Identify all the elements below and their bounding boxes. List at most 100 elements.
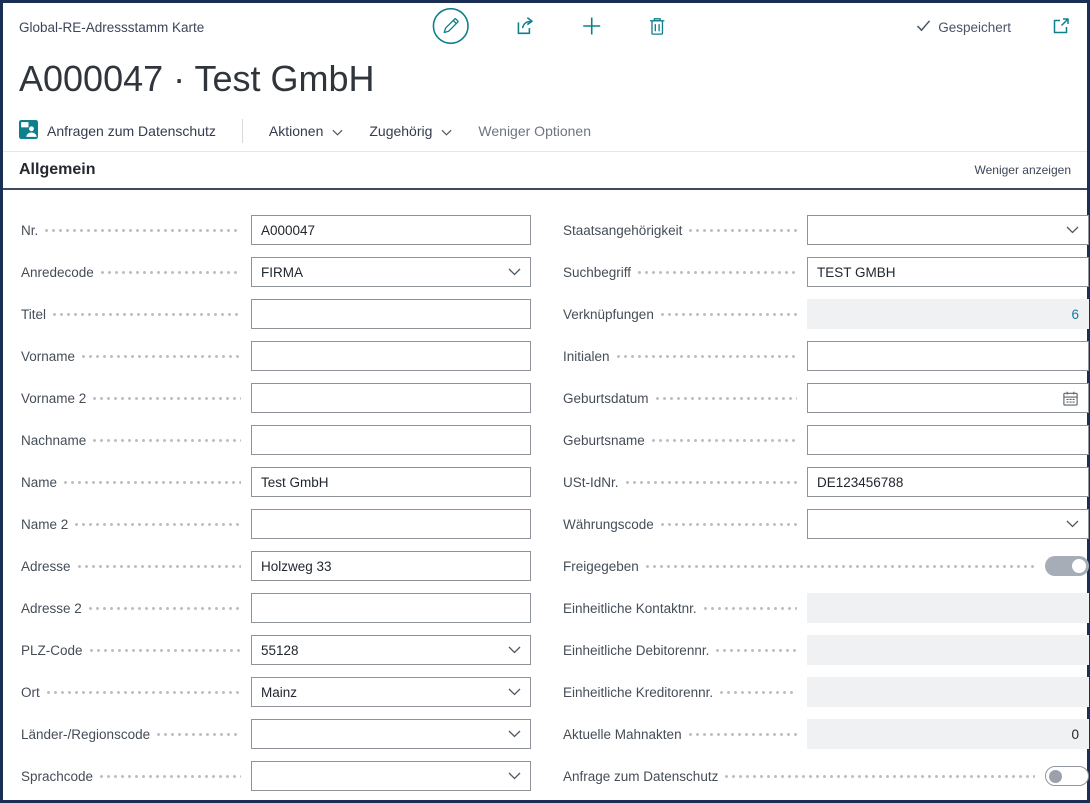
edit-button[interactable]: [432, 7, 470, 48]
chevron-down-icon[interactable]: [1066, 226, 1079, 234]
field-label-verknuepfungen: Verknüpfungen: [563, 307, 654, 322]
section-title: Allgemein: [19, 161, 95, 179]
new-button[interactable]: [581, 15, 603, 40]
field-row-vorname: Vorname: [21, 335, 531, 377]
text-input-titel[interactable]: [251, 299, 531, 329]
field-label-waehrungscode: Währungscode: [563, 517, 654, 532]
field-row-laender-regionscode: Länder-/Regionscode: [21, 713, 531, 755]
chevron-down-icon[interactable]: [508, 772, 521, 780]
field-value-verknuepfungen[interactable]: 6: [817, 307, 1079, 322]
field-label-sprachcode: Sprachcode: [21, 769, 93, 784]
delete-button[interactable]: [647, 15, 668, 40]
text-input-suchbegriff[interactable]: TEST GMBH: [807, 257, 1089, 287]
field-row-waehrungscode: Währungscode: [563, 503, 1089, 545]
chevron-down-icon[interactable]: [508, 646, 521, 654]
text-input-vorname[interactable]: [251, 341, 531, 371]
text-input-nachname[interactable]: [251, 425, 531, 455]
text-input-vorname-2[interactable]: [251, 383, 531, 413]
text-input-nr[interactable]: A000047: [251, 215, 531, 245]
dotted-leader: [626, 481, 797, 484]
field-row-adresse: AdresseHolzweg 33: [21, 545, 531, 587]
dotted-leader: [704, 607, 797, 610]
toggle-anfrage-zum-datenschutz[interactable]: [1045, 766, 1089, 786]
checkmark-icon: [916, 19, 931, 35]
dotted-leader: [656, 397, 797, 400]
dotted-leader: [47, 691, 241, 694]
dotted-leader: [661, 523, 797, 526]
chevron-down-icon[interactable]: [1066, 520, 1079, 528]
dotted-leader: [78, 565, 241, 568]
text-input-geburtsname[interactable]: [807, 425, 1089, 455]
actions-menu-label: Aktionen: [269, 123, 323, 139]
field-label-staatsangehoerigkeit: Staatsangehörigkeit: [563, 223, 682, 238]
field-row-ort: OrtMainz: [21, 671, 531, 713]
chevron-down-icon[interactable]: [508, 730, 521, 738]
readonly-verknuepfungen[interactable]: 6: [807, 299, 1089, 329]
field-value-nr: A000047: [261, 223, 521, 238]
toggle-knob: [1049, 770, 1062, 783]
field-value-name: Test GmbH: [261, 475, 521, 490]
combo-anredecode[interactable]: FIRMA: [251, 257, 531, 287]
text-input-adresse[interactable]: Holzweg 33: [251, 551, 531, 581]
combo-staatsangehoerigkeit[interactable]: [807, 215, 1089, 245]
field-value-suchbegriff: TEST GMBH: [817, 265, 1079, 280]
readonly-einheitliche-kontaktnr: [807, 593, 1089, 623]
dotted-leader: [638, 271, 797, 274]
actions-menu[interactable]: Aktionen: [269, 123, 343, 139]
dotted-leader: [45, 229, 241, 232]
fewer-options-label: Weniger Optionen: [478, 123, 591, 139]
privacy-requests-action[interactable]: Anfragen zum Datenschutz: [19, 120, 216, 142]
field-row-aktuelle-mahnakten: Aktuelle Mahnakten0: [563, 713, 1089, 755]
field-label-anfrage-zum-datenschutz: Anfrage zum Datenschutz: [563, 769, 718, 784]
share-button[interactable]: [514, 14, 537, 40]
field-row-vorname-2: Vorname 2: [21, 377, 531, 419]
field-row-name: NameTest GmbH: [21, 461, 531, 503]
combo-plz-code[interactable]: 55128: [251, 635, 531, 665]
action-bar-divider: [242, 119, 243, 143]
field-row-geburtsdatum: Geburtsdatum: [563, 377, 1089, 419]
chevron-down-icon: [441, 123, 452, 139]
combo-laender-regionscode[interactable]: [251, 719, 531, 749]
open-in-new-window-icon: [1051, 16, 1071, 39]
dotted-leader: [646, 565, 1035, 568]
field-value-ust-idnr: DE123456788: [817, 475, 1079, 490]
dotted-leader: [82, 355, 241, 358]
field-row-freigegeben: Freigegeben: [563, 545, 1089, 587]
combo-waehrungscode[interactable]: [807, 509, 1089, 539]
date-input-geburtsdatum[interactable]: [807, 383, 1089, 413]
field-label-initialen: Initialen: [563, 349, 610, 364]
dotted-leader: [716, 649, 797, 652]
field-label-aktuelle-mahnakten: Aktuelle Mahnakten: [563, 727, 682, 742]
text-input-ust-idnr[interactable]: DE123456788: [807, 467, 1089, 497]
text-input-name[interactable]: Test GmbH: [251, 467, 531, 497]
chevron-down-icon[interactable]: [508, 688, 521, 696]
text-input-initialen[interactable]: [807, 341, 1089, 371]
save-status-label: Gespeichert: [938, 20, 1011, 35]
field-row-geburtsname: Geburtsname: [563, 419, 1089, 461]
field-row-adresse-2: Adresse 2: [21, 587, 531, 629]
dotted-leader: [93, 439, 241, 442]
text-input-adresse-2[interactable]: [251, 593, 531, 623]
text-input-name-2[interactable]: [251, 509, 531, 539]
related-menu[interactable]: Zugehörig: [369, 123, 452, 139]
field-value-anredecode: FIRMA: [261, 265, 502, 280]
show-less-link[interactable]: Weniger anzeigen: [974, 163, 1071, 177]
dotted-leader: [617, 355, 797, 358]
field-label-geburtsname: Geburtsname: [563, 433, 645, 448]
dotted-leader: [90, 649, 241, 652]
field-row-anfrage-zum-datenschutz: Anfrage zum Datenschutz: [563, 755, 1089, 797]
calendar-icon[interactable]: [1062, 390, 1079, 407]
chevron-down-icon[interactable]: [508, 268, 521, 276]
top-bar: Global-RE-Adressstamm Karte: [3, 3, 1087, 51]
field-label-plz-code: PLZ-Code: [21, 643, 83, 658]
combo-ort[interactable]: Mainz: [251, 677, 531, 707]
dotted-leader: [89, 607, 241, 610]
open-in-new-window-button[interactable]: [1051, 16, 1071, 39]
combo-sprachcode[interactable]: [251, 761, 531, 791]
dotted-leader: [689, 733, 797, 736]
field-label-suchbegriff: Suchbegriff: [563, 265, 631, 280]
field-row-verknuepfungen: Verknüpfungen 6: [563, 293, 1089, 335]
toggle-freigegeben[interactable]: [1045, 556, 1089, 576]
fewer-options-button[interactable]: Weniger Optionen: [478, 123, 591, 139]
field-row-plz-code: PLZ-Code 55128: [21, 629, 531, 671]
